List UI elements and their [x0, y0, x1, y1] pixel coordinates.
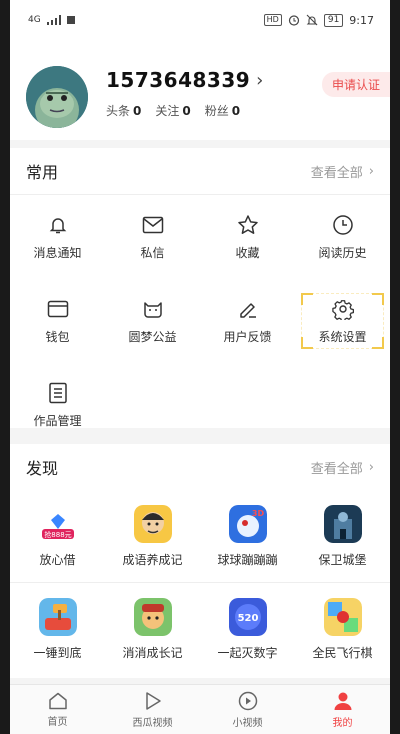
stat-fans[interactable]: 粉丝 0	[205, 102, 240, 119]
home-icon	[48, 692, 67, 710]
document-icon	[47, 382, 69, 404]
discover-see-all-link[interactable]: 查看全部 ›	[311, 458, 374, 477]
common-item-charity[interactable]: 圆梦公益	[105, 279, 200, 363]
castle-app-icon	[323, 504, 362, 543]
common-item-works[interactable]: 作品管理	[10, 363, 105, 447]
common-item-notifications[interactable]: 消息通知	[10, 195, 105, 279]
mail-icon	[142, 214, 164, 236]
number-app-icon: 520	[228, 597, 267, 636]
chevron-right-icon: ›	[368, 459, 374, 475]
common-item-wallet[interactable]: 钱包	[10, 279, 105, 363]
signal-indicator: 4G	[28, 15, 41, 25]
stat-following[interactable]: 关注 0	[155, 102, 190, 119]
avatar[interactable]	[26, 66, 88, 128]
chengyu-app-icon	[133, 504, 172, 543]
discover-item-castle[interactable]: 保卫城堡	[295, 490, 390, 582]
svg-text:520: 520	[237, 613, 258, 624]
hammer-app-icon	[38, 597, 77, 636]
tab-home[interactable]: 首页	[10, 685, 105, 734]
bottom-tab-bar: 首页 西瓜视频 小视频 我的	[10, 684, 390, 734]
hd-badge: HD	[263, 14, 282, 26]
qiuqiu-app-icon: 3D	[228, 504, 267, 543]
flight-chess-app-icon	[323, 597, 362, 636]
battery-indicator: 91	[323, 13, 344, 27]
common-item-feedback[interactable]: 用户反馈	[200, 279, 295, 363]
discover-item-qiuqiu[interactable]: 3D 球球蹦蹦蹦	[200, 490, 295, 582]
common-item-settings[interactable]: 系统设置	[295, 279, 390, 363]
tab-small-video[interactable]: 小视频	[200, 685, 295, 734]
discover-item-hammer[interactable]: 一锤到底	[10, 583, 105, 675]
wallet-icon	[47, 298, 69, 320]
common-item-history[interactable]: 阅读历史	[295, 195, 390, 279]
chevron-right-icon: ›	[368, 163, 374, 179]
profile-stats: 头条 0 关注 0 粉丝 0	[106, 102, 240, 119]
tab-xigua-video[interactable]: 西瓜视频	[105, 685, 200, 734]
clock-icon	[332, 214, 354, 236]
profile-header: 1573648339 › 头条 0 关注 0 粉丝 0 申请认证	[10, 40, 390, 140]
discover-grid: 抢888元 放心借 成语养成记 3D 球球蹦蹦蹦 保卫城堡 一锤到底 消消成长记…	[10, 490, 390, 675]
person-icon	[334, 692, 351, 710]
frog-avatar-image	[26, 66, 88, 128]
svg-text:3D: 3D	[251, 509, 264, 518]
phone-screen: 4G HD 91 9:17 1573648339 › 头条 0 关注 0 粉丝 …	[10, 0, 390, 734]
username-text: 1573648339	[106, 68, 251, 92]
star-icon	[237, 214, 259, 236]
common-title: 常用	[26, 163, 59, 182]
apply-certification-button[interactable]: 申请认证	[321, 72, 390, 97]
discover-item-flight-chess[interactable]: 全民飞行棋	[295, 583, 390, 675]
discover-title: 发现	[26, 459, 59, 478]
chevron-right-icon: ›	[256, 69, 264, 91]
bell-icon	[47, 214, 69, 236]
discover-header: 发现 查看全部 ›	[10, 444, 390, 490]
xiaoxiao-app-icon	[133, 597, 172, 636]
stat-toutiao[interactable]: 头条 0	[106, 102, 141, 119]
common-see-all-link[interactable]: 查看全部 ›	[311, 162, 374, 181]
common-grid: 消息通知 私信 收藏 阅读历史 钱包 圆梦公益 用户反馈 系统设置 作品管理	[10, 195, 390, 447]
discover-section: 发现 查看全部 › 抢888元 放心借 成语养成记 3D 球球蹦蹦蹦 保卫城堡 …	[10, 444, 390, 678]
pen-icon	[237, 298, 259, 320]
clock-time: 9:17	[349, 13, 374, 27]
discover-item-xiaoxiao[interactable]: 消消成长记	[105, 583, 200, 675]
discover-item-chengyu[interactable]: 成语养成记	[105, 490, 200, 582]
charity-icon	[142, 298, 164, 320]
play-icon	[145, 692, 161, 710]
common-item-messages[interactable]: 私信	[105, 195, 200, 279]
mute-icon	[306, 14, 318, 26]
discover-item-number[interactable]: 520 一起灭数字	[200, 583, 295, 675]
common-section: 常用 查看全部 › 消息通知 私信 收藏 阅读历史 钱包 圆梦公益 用户反馈 系…	[10, 148, 390, 428]
common-item-favorites[interactable]: 收藏	[200, 195, 295, 279]
small-video-icon	[238, 691, 257, 711]
notification-icon	[66, 16, 75, 24]
discover-item-fangxinjie[interactable]: 抢888元 放心借	[10, 490, 105, 582]
fangxinjie-app-icon: 抢888元	[38, 504, 77, 543]
tab-mine[interactable]: 我的	[295, 685, 390, 734]
common-header: 常用 查看全部 ›	[10, 148, 390, 195]
alarm-icon	[288, 15, 299, 26]
username[interactable]: 1573648339 ›	[106, 68, 264, 92]
svg-text:抢888元: 抢888元	[44, 530, 71, 539]
status-bar: 4G HD 91 9:17	[10, 0, 390, 40]
signal-bars-icon	[46, 15, 61, 25]
